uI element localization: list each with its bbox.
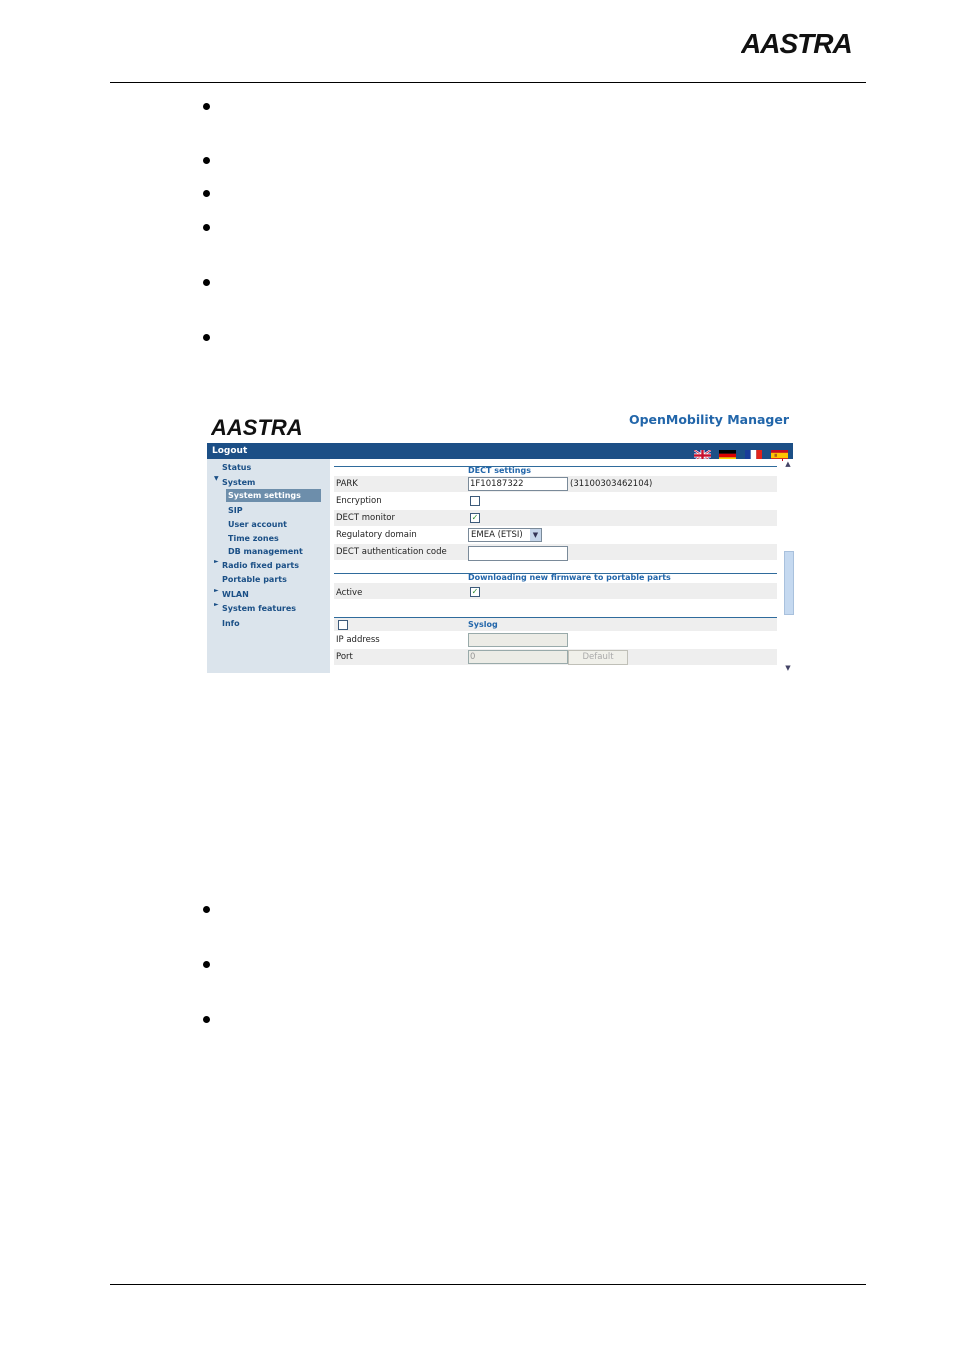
sidebar-item-db-management[interactable]: DB management [228,547,303,556]
sidebar-item-user-account[interactable]: User account [228,520,287,529]
sidebar-item-info[interactable]: Info [222,619,240,628]
auth-code-input[interactable] [468,546,568,561]
auth-code-label: DECT authentication code [336,547,447,557]
firmware-active-label: Active [336,588,363,598]
app-logo: AASTRA [210,412,323,440]
bullet [203,157,210,164]
regulatory-domain-label: Regulatory domain [336,530,417,540]
regulatory-domain-row: Regulatory domain EMEA (ETSI) ▼ [334,527,777,543]
app-title: OpenMobility Manager [628,412,789,427]
bullet [203,279,210,286]
section-divider [334,466,777,467]
sidebar-item-system[interactable]: System [222,478,255,487]
sidebar-item-system-features[interactable]: System features [222,604,296,613]
firmware-active-row: Active ✓ [334,583,777,599]
app-logo-text: AASTRA [211,415,303,440]
top-bar: Logout [207,443,793,462]
bullet [203,906,210,913]
park-row: PARK 1F10187322 (31100303462104) [334,476,777,492]
dect-settings-title: DECT settings [468,466,531,475]
uk-flag-icon[interactable] [693,446,712,462]
sidebar-item-portable-parts[interactable]: Portable parts [222,575,287,584]
encryption-row: Encryption [334,493,777,509]
dect-monitor-label: DECT monitor [336,513,396,523]
encryption-label: Encryption [336,496,382,506]
syslog-ip-row: IP address [334,632,777,648]
collapsed-arrow-icon: ► [214,601,219,608]
chevron-down-icon: ▼ [530,529,541,541]
default-button[interactable]: Default [568,650,628,665]
sidebar: Status ▼ System System settings SIP User… [207,459,330,673]
bullet [203,103,210,110]
sidebar-item-wlan[interactable]: WLAN [222,590,249,599]
firmware-section-title: Downloading new firmware to portable par… [468,573,671,582]
auth-code-row: DECT authentication code [334,544,777,561]
park-label: PARK [336,479,358,489]
syslog-title: Syslog [468,620,498,629]
syslog-header-row: Syslog [334,618,777,631]
header-logo-text: AASTRA [741,28,852,59]
syslog-port-label: Port [336,652,353,662]
logout-link[interactable]: Logout [212,444,247,458]
header-rule [110,82,866,83]
encryption-checkbox[interactable] [470,496,480,506]
es-flag-icon[interactable] [771,446,788,461]
scroll-down-icon[interactable]: ▼ [783,663,793,673]
dect-monitor-checkbox[interactable]: ✓ [470,513,480,523]
expanded-arrow-icon: ▼ [214,475,219,482]
bullet [203,961,210,968]
syslog-ip-label: IP address [336,635,380,645]
park-note: (31100303462104) [570,479,653,489]
collapsed-arrow-icon: ► [214,558,219,565]
bullet [203,1016,210,1023]
dect-monitor-row: DECT monitor ✓ [334,510,777,526]
omm-screenshot: AASTRA OpenMobility Manager Logout Statu… [207,405,794,673]
sidebar-item-system-settings[interactable]: System settings [226,489,321,502]
bullet [203,334,210,341]
settings-form: DECT settings PARK 1F10187322 (311003034… [334,459,782,673]
syslog-port-row: Port 0 Default [334,649,777,665]
sidebar-item-status[interactable]: Status [222,463,251,472]
fr-flag-icon[interactable] [745,446,762,461]
sidebar-item-sip[interactable]: SIP [228,506,243,515]
scrollbar[interactable]: ▲ ▼ [783,459,794,673]
firmware-active-checkbox[interactable]: ✓ [470,587,480,597]
footer-rule [110,1284,866,1285]
bullet [203,190,210,197]
sidebar-item-time-zones[interactable]: Time zones [228,534,279,543]
regulatory-domain-value: EMEA (ETSI) [471,530,523,540]
syslog-ip-input[interactable] [468,633,568,647]
syslog-port-input[interactable]: 0 [468,650,568,664]
de-flag-icon[interactable] [719,446,736,461]
scroll-up-icon[interactable]: ▲ [783,459,793,469]
header-logo: AASTRA [740,28,881,60]
park-input[interactable]: 1F10187322 [468,477,568,491]
scrollbar-thumb[interactable] [784,551,794,615]
syslog-enable-checkbox[interactable] [338,620,348,630]
sidebar-item-radio-fixed-parts[interactable]: Radio fixed parts [222,561,299,570]
bullet [203,224,210,231]
collapsed-arrow-icon: ► [214,587,219,594]
regulatory-domain-select[interactable]: EMEA (ETSI) ▼ [468,528,542,542]
